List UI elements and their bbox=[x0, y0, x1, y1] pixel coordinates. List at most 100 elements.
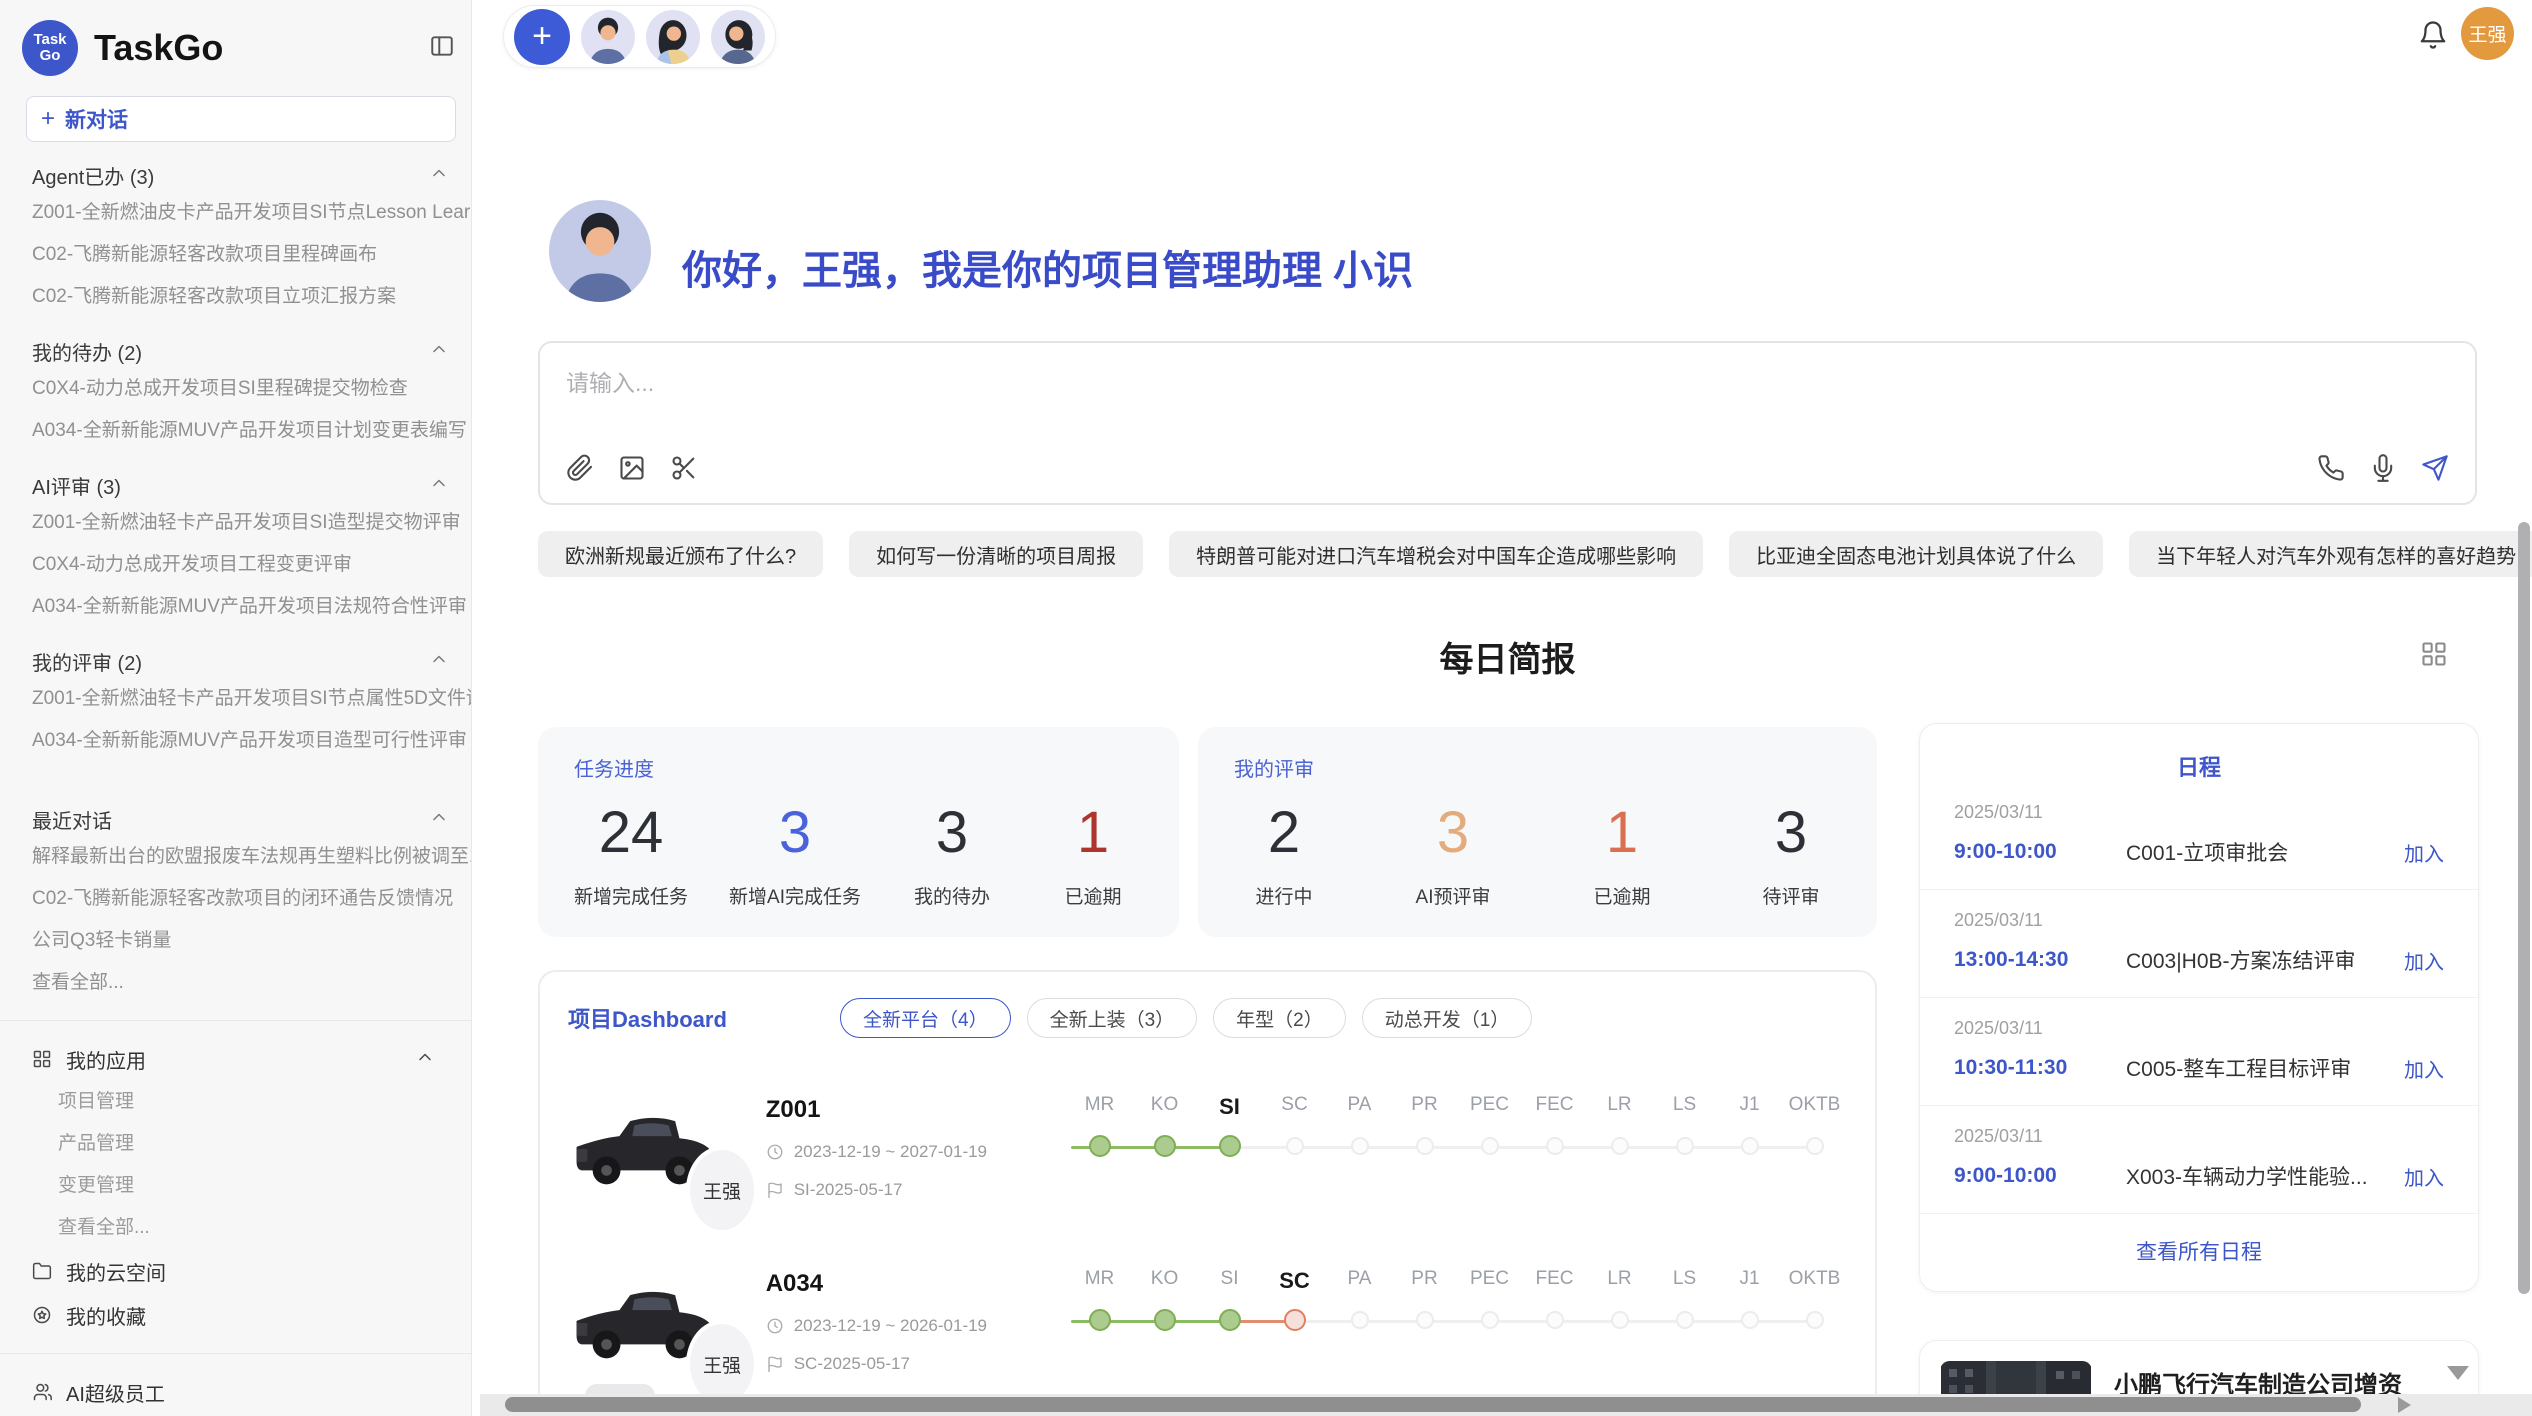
schedule-item[interactable]: 2025/03/11 13:00-14:30 C003|H0B-方案冻结评审 加… bbox=[1920, 890, 2478, 998]
collapse-sidebar-icon[interactable] bbox=[429, 33, 455, 64]
recent-chat-item[interactable]: 公司Q3轻卡销量 bbox=[0, 920, 471, 962]
join-button[interactable]: 加入 bbox=[2404, 838, 2444, 867]
image-icon[interactable] bbox=[618, 454, 646, 487]
project-row-a034[interactable]: 王强 A034 2023-12-19 ~ 2026-01-19 SC-2025-… bbox=[568, 1268, 1847, 1398]
greeting-text: 你好，王强，我是你的项目管理助理 小识 bbox=[682, 238, 1413, 296]
join-button[interactable]: 加入 bbox=[2404, 946, 2444, 975]
tab-new-topbody[interactable]: 全新上装（3） bbox=[1027, 998, 1198, 1038]
suggestion-chip[interactable]: 比亚迪全固态电池计划具体说了什么 bbox=[1729, 531, 2103, 577]
tab-new-platform[interactable]: 全新平台（4） bbox=[840, 998, 1011, 1038]
dashboard-tabs: 全新平台（4） 全新上装（3） 年型（2） 动总开发（1） bbox=[840, 998, 1532, 1038]
section-header-agent-done[interactable]: Agent已办 (3) bbox=[32, 158, 449, 192]
sidebar-item[interactable]: C02-飞腾新能源轻客改款项目里程碑画布 bbox=[0, 234, 471, 276]
sidebar-item-favorites[interactable]: 我的收藏 bbox=[0, 1293, 471, 1337]
recent-chat-item[interactable]: C02-飞腾新能源轻客改款项目的闭环通告反馈情况 bbox=[0, 878, 471, 920]
tab-powertrain-dev[interactable]: 动总开发（1） bbox=[1362, 998, 1533, 1038]
scroll-down-arrow-icon[interactable] bbox=[2447, 1366, 2469, 1380]
section-header-ai-review[interactable]: AI评审 (3) bbox=[32, 468, 449, 502]
scroll-right-arrow-icon[interactable] bbox=[2398, 1397, 2411, 1413]
suggestion-chip[interactable]: 欧洲新规最近颁布了什么? bbox=[538, 531, 823, 577]
schedule-item[interactable]: 2025/03/11 9:00-10:00 C001-立项审批会 加入 bbox=[1920, 782, 2478, 890]
chevron-up-icon[interactable] bbox=[429, 807, 449, 832]
sidebar-item-ai-staff[interactable]: AI超级员工 bbox=[0, 1370, 471, 1414]
schedule-name: X003-车辆动力学性能验... bbox=[2126, 1161, 2392, 1191]
cloud-space-label: 我的云空间 bbox=[66, 1257, 471, 1286]
section-header-recent[interactable]: 最近对话 bbox=[32, 802, 449, 836]
sidebar-item[interactable]: C02-飞腾新能源轻客改款项目立项汇报方案 bbox=[0, 276, 471, 318]
milestone-dot-pending bbox=[1806, 1311, 1824, 1329]
sidebar-item[interactable]: A034-全新新能源MUV产品开发项目计划变更表编写 bbox=[0, 410, 471, 452]
stat-in-progress: 2 进行中 bbox=[1234, 796, 1334, 909]
suggestion-chip[interactable]: 特朗普可能对进口汽车增税会对中国车企造成哪些影响 bbox=[1169, 531, 1703, 577]
sidebar-item[interactable]: A034-全新新能源MUV产品开发项目造型可行性评审 bbox=[0, 720, 471, 762]
notifications-bell-icon[interactable] bbox=[2418, 20, 2448, 55]
chevron-up-icon[interactable] bbox=[429, 473, 449, 498]
milestone-dot-done bbox=[1089, 1309, 1111, 1331]
horizontal-scrollbar-thumb[interactable] bbox=[505, 1397, 2361, 1412]
scissors-icon[interactable] bbox=[670, 454, 698, 487]
sidebar-item[interactable]: C0X4-动力总成开发项目工程变更评审 bbox=[0, 544, 471, 586]
sidebar-item[interactable]: Z001-全新燃油轻卡产品开发项目SI节点属性5D文件评审 bbox=[0, 678, 471, 720]
sidebar-item-product-mgmt[interactable]: 产品管理 bbox=[0, 1123, 471, 1165]
sidebar-header: Task Go TaskGo bbox=[0, 16, 471, 76]
stat-value: 3 bbox=[729, 796, 861, 870]
ai-staff-label: AI超级员工 bbox=[66, 1378, 471, 1407]
suggestion-chip[interactable]: 如何写一份清晰的项目周报 bbox=[849, 531, 1143, 577]
view-all-chats[interactable]: 查看全部... bbox=[0, 962, 471, 1004]
section-header-my-review[interactable]: 我的评审 (2) bbox=[32, 644, 449, 678]
microphone-icon[interactable] bbox=[2369, 454, 2397, 487]
agent-avatar-1[interactable] bbox=[581, 10, 635, 64]
chat-input[interactable] bbox=[566, 361, 2166, 405]
section-header-my-todo[interactable]: 我的待办 (2) bbox=[32, 334, 449, 368]
project-name: A034 bbox=[766, 1270, 1067, 1298]
schedule-item[interactable]: 2025/03/11 9:00-10:00 X003-车辆动力学性能验... 加… bbox=[1920, 1106, 2478, 1214]
sidebar-item[interactable]: Z001-全新燃油轻卡产品开发项目SI造型提交物评审 bbox=[0, 502, 471, 544]
milestone-dot-pending bbox=[1676, 1311, 1694, 1329]
task-progress-card: 任务进度 24 新增完成任务 3 新增AI完成任务 3 我的待办 1 已逾期 bbox=[538, 727, 1179, 937]
chevron-up-icon[interactable] bbox=[429, 649, 449, 674]
chevron-up-icon[interactable] bbox=[429, 339, 449, 364]
app-title: TaskGo bbox=[94, 27, 429, 69]
schedule-item[interactable]: 2025/03/11 10:30-11:30 C005-整车工程目标评审 加入 bbox=[1920, 998, 2478, 1106]
send-icon[interactable] bbox=[2421, 454, 2449, 487]
project-flag-milestone: SC-2025-05-17 bbox=[794, 1354, 910, 1374]
user-avatar[interactable]: 王强 bbox=[2461, 7, 2514, 60]
join-button[interactable]: 加入 bbox=[2404, 1054, 2444, 1083]
owner-name: 王强 bbox=[703, 1177, 741, 1204]
add-agent-button[interactable]: + bbox=[514, 9, 570, 65]
stat-value: 2 bbox=[1234, 796, 1334, 870]
plus-icon: + bbox=[41, 105, 55, 133]
sidebar-item[interactable]: A034-全新新能源MUV产品开发项目法规符合性评审 bbox=[0, 586, 471, 628]
agent-avatar-2[interactable] bbox=[646, 10, 700, 64]
sidebar-item-cloud-space[interactable]: 我的云空间 bbox=[0, 1249, 471, 1293]
chevron-up-icon[interactable] bbox=[415, 1047, 449, 1072]
horizontal-scrollbar-track[interactable] bbox=[480, 1394, 2532, 1416]
sidebar-item-project-mgmt[interactable]: 项目管理 bbox=[0, 1081, 471, 1123]
sidebar-item[interactable]: C0X4-动力总成开发项目SI里程碑提交物检查 bbox=[0, 368, 471, 410]
sidebar-item-my-apps[interactable]: 我的应用 bbox=[0, 1037, 471, 1081]
recent-chat-item[interactable]: 解释最新出台的欧盟报废车法规再生塑料比例被调至15%... bbox=[0, 836, 471, 878]
schedule-time: 9:00-10:00 bbox=[1954, 840, 2126, 864]
layout-grid-icon[interactable] bbox=[2420, 640, 2448, 673]
sidebar-item-change-mgmt[interactable]: 变更管理 bbox=[0, 1165, 471, 1207]
view-all-schedule[interactable]: 查看所有日程 bbox=[1920, 1214, 2478, 1288]
milestone-label: PR bbox=[1392, 1094, 1457, 1120]
stat-value: 3 bbox=[1741, 796, 1841, 870]
sidebar-item[interactable]: Z001-全新燃油皮卡产品开发项目SI节点Lesson Learn报告 bbox=[0, 192, 471, 234]
agent-avatar-3[interactable] bbox=[711, 10, 765, 64]
tab-model-year[interactable]: 年型（2） bbox=[1213, 998, 1346, 1038]
milestone-label: FEC bbox=[1522, 1268, 1587, 1294]
attach-icon[interactable] bbox=[566, 454, 594, 487]
phone-icon[interactable] bbox=[2317, 454, 2345, 487]
schedule-date: 2025/03/11 bbox=[1954, 802, 2444, 823]
suggestion-chip[interactable]: 当下年轻人对汽车外观有怎样的喜好趋势 bbox=[2129, 531, 2532, 577]
chevron-up-icon[interactable] bbox=[429, 163, 449, 188]
vertical-scrollbar[interactable] bbox=[2518, 522, 2530, 1294]
view-all-apps[interactable]: 查看全部... bbox=[0, 1207, 471, 1249]
join-button[interactable]: 加入 bbox=[2404, 1162, 2444, 1191]
new-chat-button[interactable]: + 新对话 bbox=[26, 96, 456, 142]
project-row-z001[interactable]: 王强 Z001 2023-12-19 ~ 2027-01-19 SI-2025-… bbox=[568, 1094, 1847, 1224]
project-date-range: 2023-12-19 ~ 2026-01-19 bbox=[794, 1316, 987, 1336]
milestone-label: PR bbox=[1392, 1268, 1457, 1294]
input-tools-left bbox=[566, 454, 698, 487]
